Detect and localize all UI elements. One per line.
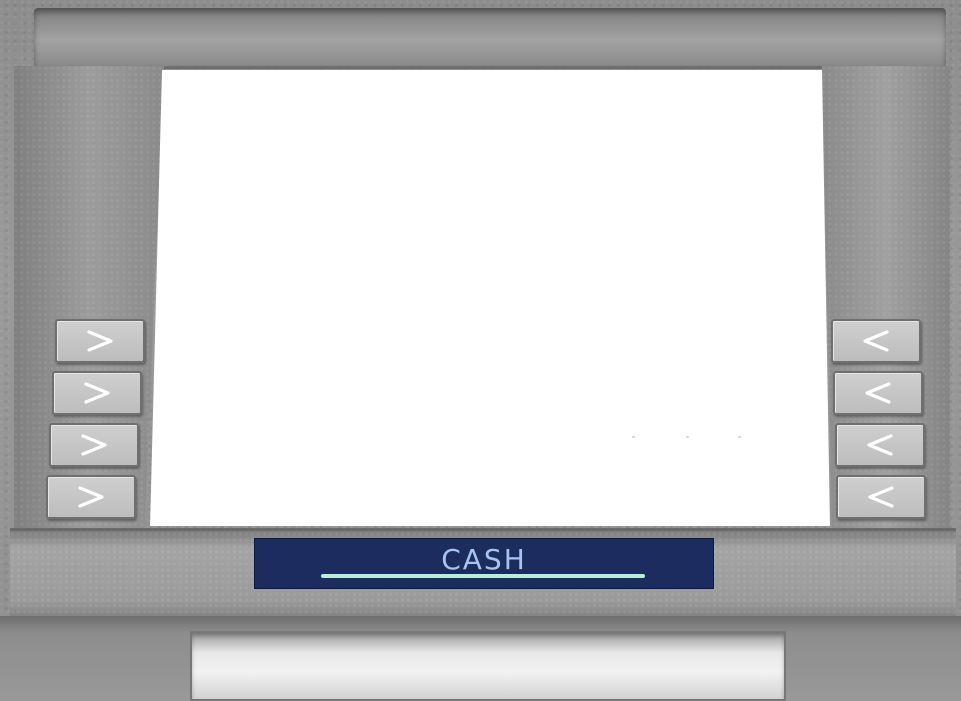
left-function-key-4[interactable] [46, 475, 136, 519]
cash-label: CASH [441, 543, 527, 576]
atm-machine: CASH [0, 0, 961, 701]
screen-dust-marks [630, 436, 750, 440]
chevron-left-icon [868, 486, 894, 508]
chevron-right-icon [84, 382, 110, 404]
chevron-left-icon [863, 330, 889, 352]
screen-hood [34, 8, 946, 69]
receipt-tray[interactable] [190, 631, 786, 701]
atm-screen [150, 70, 830, 526]
right-function-key-2[interactable] [833, 371, 923, 415]
cash-slot[interactable] [321, 574, 645, 578]
left-function-key-1[interactable] [55, 319, 145, 363]
left-function-key-3[interactable] [49, 423, 139, 467]
cash-dispenser-panel: CASH [254, 538, 714, 589]
chevron-left-icon [867, 434, 893, 456]
chevron-right-icon [78, 486, 104, 508]
chevron-left-icon [865, 382, 891, 404]
left-function-key-2[interactable] [52, 371, 142, 415]
chevron-right-icon [81, 434, 107, 456]
right-function-key-3[interactable] [835, 423, 925, 467]
right-function-key-1[interactable] [831, 319, 921, 363]
chevron-right-icon [87, 330, 113, 352]
right-function-key-4[interactable] [836, 475, 926, 519]
